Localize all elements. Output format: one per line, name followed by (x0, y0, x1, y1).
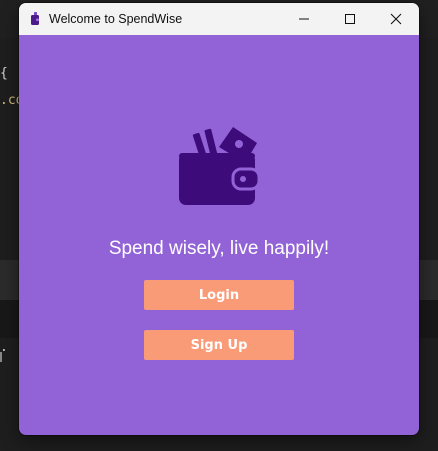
close-button[interactable] (373, 3, 419, 35)
maximize-button[interactable] (327, 3, 373, 35)
editor-code-brace: { (0, 66, 8, 81)
sign-up-button[interactable]: Sign Up (144, 330, 294, 360)
tagline: Spend wisely, live happily! (108, 238, 330, 259)
window-title: Welcome to SpendWise (49, 12, 183, 26)
minimize-button[interactable] (281, 3, 327, 35)
welcome-content: Spend wisely, live happily! Login Sign U… (19, 35, 419, 435)
login-button[interactable]: Login (144, 280, 294, 310)
close-icon (390, 13, 402, 25)
minimize-icon (299, 18, 309, 20)
window-controls (281, 3, 419, 35)
terminal-cursor (0, 352, 2, 362)
maximize-icon (345, 14, 355, 24)
wallet-app-icon (31, 12, 39, 25)
spendwise-window: Welcome to SpendWise Spend wisely, live … (19, 3, 419, 435)
wallet-icon (179, 127, 259, 205)
title-bar[interactable]: Welcome to SpendWise (19, 3, 419, 35)
